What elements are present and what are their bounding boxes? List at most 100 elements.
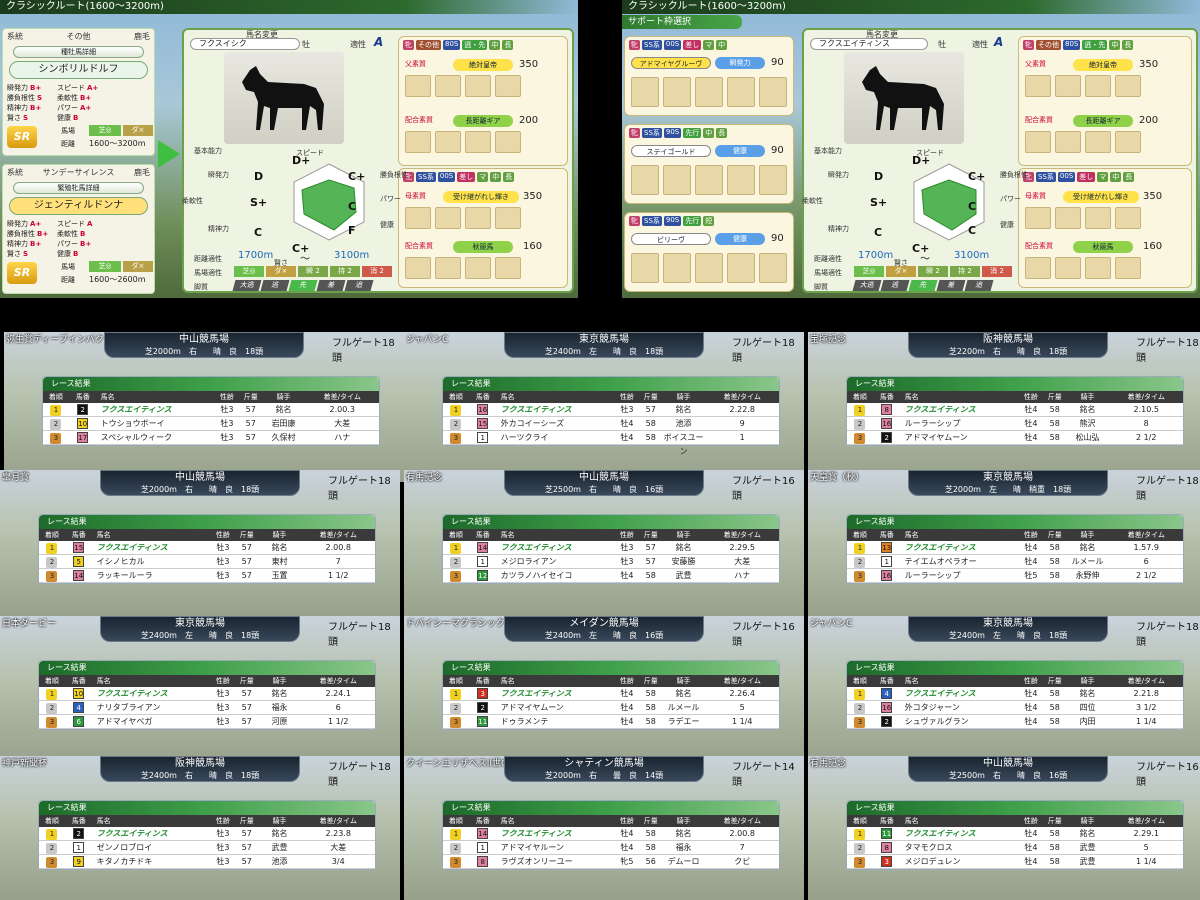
table-row[interactable]: 1 16 フクスエイティンス 牡3 57 銘名 2.22.8: [443, 403, 779, 417]
result-table: レース結果 着順 馬番 馬名 性齢 斤量 騎手 着差/タイム 1 15 フクスエイティンス 牡3 57 銘…: [38, 514, 376, 584]
table-row[interactable]: 3 16 ルーラーシップ 牡5 58 永野伸 2 1/2: [847, 569, 1183, 583]
table-row[interactable]: 2 1 メジロライアン 牡3 57 安藤勝 大差: [443, 555, 779, 569]
table-row[interactable]: 2 1 ゼンノロブロイ 牡3 57 武豊 大差: [39, 841, 375, 855]
foal-name-field[interactable]: フクスイシク: [190, 38, 300, 50]
table-row[interactable]: 1 15 フクスエイティンス 牡3 57 銘名 2.00.8: [39, 541, 375, 555]
finish-rank-cell: 1: [443, 403, 469, 416]
weight: 58: [1049, 433, 1060, 442]
table-row[interactable]: 3 2 アドマイヤムーン 牡4 58 松山弘 2 1/2: [847, 431, 1183, 445]
race-title: 有馬記念: [406, 473, 443, 483]
leg-type-label: 脚質: [814, 283, 828, 291]
dam-distance: 1600～2600m: [89, 275, 146, 284]
skill-pill[interactable]: 秋競馬: [453, 241, 513, 253]
column-header: 着順: [44, 817, 59, 825]
leg-type-chip: 追: [344, 280, 374, 291]
table-row[interactable]: 3 12 カツラノハイセイコ 牡4 58 武豊 ハナ: [443, 569, 779, 583]
surface-label: 馬場: [61, 263, 75, 271]
skill-pill[interactable]: 長距離ギア: [1073, 115, 1133, 127]
table-row[interactable]: 3 14 ラッキールーラ 牡3 57 玉置 1 1/2: [39, 569, 375, 583]
horse-name: シュヴァルグラン: [904, 717, 969, 726]
support-slot[interactable]: 牝 SS系 90S 先行短ビリーヴ 健康 90: [624, 212, 794, 292]
weight: 57: [241, 689, 252, 698]
column-header: 馬名: [96, 677, 111, 685]
result-header: レース結果: [39, 801, 375, 815]
sire-name[interactable]: シンボリルドルフ: [9, 61, 148, 79]
table-row[interactable]: 3 8 ラヴズオンリーユー 牝5 56 デムーロ クビ: [443, 855, 779, 869]
table-row[interactable]: 3 2 シュヴァルグラン 牡4 58 内田 1 1/4: [847, 715, 1183, 729]
dam-card[interactable]: 系統 サンデーサイレンス 鹿毛 繁殖牝馬詳細 ジェンティルドンナ 瞬発力 A+ スピード…: [2, 164, 155, 294]
jockey: 銘名: [1079, 543, 1096, 552]
factor-tag: 90S: [663, 128, 682, 138]
race-title: 皐月賞: [2, 473, 30, 483]
table-row[interactable]: 2 16 外コタジャーン 牡4 58 四位 3 1/2: [847, 701, 1183, 715]
table-row[interactable]: 2 10 トウショウボーイ 牡3 57 岩田康 大差: [43, 417, 379, 431]
table-row[interactable]: 2 5 イシノヒカル 牡3 57 東村 7: [39, 555, 375, 569]
sex-age: 牡3: [216, 857, 230, 866]
table-row[interactable]: 1 3 フクスエイティンス 牡4 58 銘名 2.26.4: [443, 687, 779, 701]
ground-aptitude-chip: 持 2: [950, 266, 980, 277]
sex-age: 牡4: [1024, 717, 1038, 726]
table-row[interactable]: 3 9 キタノカチドキ 牡3 57 池添 3/4: [39, 855, 375, 869]
table-row[interactable]: 1 2 フクスエイティンス 牡3 57 銘名 2.23.8: [39, 827, 375, 841]
margin-time: 5: [1143, 843, 1149, 852]
table-row[interactable]: 1 10 フクスエイティンス 牡3 57 銘名 2.24.1: [39, 687, 375, 701]
dam-name[interactable]: ジェンティルドンナ: [9, 197, 148, 215]
table-row[interactable]: 2 1 テイエムオペラオー 牡4 58 ルメール 6: [847, 555, 1183, 569]
column-header: 斤量: [643, 393, 658, 401]
table-row[interactable]: 2 15 外カコイーシーズ 牡4 58 池添 9: [443, 417, 779, 431]
table-row[interactable]: 1 8 フクスエイティンス 牡4 58 銘名 2.10.5: [847, 403, 1183, 417]
table-row[interactable]: 3 3 メジロデュレン 牡4 58 武豊 1 1/4: [847, 855, 1183, 869]
support-horse-name[interactable]: ビリーヴ: [631, 233, 711, 245]
stat-grade: B+: [80, 240, 92, 248]
sire-detail-button[interactable]: 種牡馬詳細: [13, 46, 144, 58]
table-row[interactable]: 3 11 ドゥラメンテ 牡4 58 ラデエー 1 1/4: [443, 715, 779, 729]
skill-pill[interactable]: 受け継がれし輝き: [443, 191, 519, 203]
table-row[interactable]: 2 8 タマモクロス 牡4 58 武豊 5: [847, 841, 1183, 855]
weight: 58: [645, 843, 656, 852]
table-row[interactable]: 1 14 フクスエイティンス 牡3 57 銘名 2.29.5: [443, 541, 779, 555]
column-header: 馬名: [500, 393, 515, 401]
table-row[interactable]: 1 2 フクスエイティンス 牡3 57 銘名 2.00.3: [43, 403, 379, 417]
table-row[interactable]: 1 4 フクスエイティンス 牡4 58 銘名 2.21.8: [847, 687, 1183, 701]
table-row[interactable]: 3 6 アドマイヤベガ 牡3 57 河原 1 1/2: [39, 715, 375, 729]
support-horse-name[interactable]: アドマイヤグルーヴ: [631, 57, 711, 69]
table-row[interactable]: 2 4 ナリタブライアン 牡3 57 福永 6: [39, 701, 375, 715]
skill-pill[interactable]: 健康: [715, 233, 765, 245]
table-row[interactable]: 2 1 アドマイヤルーン 牡4 58 福永 7: [443, 841, 779, 855]
jockey: 銘名: [1079, 829, 1096, 838]
skill-pill[interactable]: 瞬発力: [715, 57, 765, 69]
table-row[interactable]: 1 13 フクスエイティンス 牡4 58 銘名 1.57.9: [847, 541, 1183, 555]
support-slot[interactable]: 牝 SS系 00S 差しマ中アドマイヤグルーヴ 瞬発力 90: [624, 36, 794, 116]
sex-age: 牡4: [1024, 405, 1038, 414]
skill-pill[interactable]: 秋競馬: [1073, 241, 1133, 253]
finish-rank-cell: 3: [39, 715, 65, 728]
factor-tag: その他: [416, 40, 441, 50]
table-row[interactable]: 2 2 アドマイヤムーン 牡4 58 ルメール 5: [443, 701, 779, 715]
column-header: 着差/タイム: [323, 393, 361, 401]
jockey: ラデエー: [667, 717, 700, 726]
table-row[interactable]: 1 14 フクスエイティンス 牡4 58 銘名 2.00.8: [443, 827, 779, 841]
finish-rank-badge: 3: [450, 571, 462, 582]
skill-pill[interactable]: 健康: [715, 145, 765, 157]
race-conditions: 芝2400m 左 晴 良 18頭: [544, 347, 664, 356]
table-row[interactable]: 3 17 スペシャルウィーク 牡3 57 久保村 ハナ: [43, 431, 379, 445]
table-row[interactable]: 2 16 ルーラーシップ 牡4 58 熊沢 8: [847, 417, 1183, 431]
sex-age: 牡3: [216, 689, 230, 698]
skill-pill[interactable]: 長距離ギア: [453, 115, 513, 127]
foal-name-field[interactable]: フクスエイティンス: [810, 38, 928, 50]
skill-pill[interactable]: 絶対皇帝: [453, 59, 513, 71]
dam-stats: 瞬発力 A+ スピード A 勝負根性 B+ 柔軟性 B 精神力 B+ パワー B+ 賢さ S 健康 B: [3, 218, 154, 260]
skill-pill[interactable]: 絶対皇帝: [1073, 59, 1133, 71]
table-row[interactable]: 3 1 ハーツクライ 牡4 58 ボイスユーン 1: [443, 431, 779, 456]
skill-pill[interactable]: 受け継がれし輝き: [1063, 191, 1139, 203]
dam-detail-button[interactable]: 繁殖牝馬詳細: [13, 182, 144, 194]
gate-number: 5: [73, 556, 85, 567]
sire-card[interactable]: 系統 その他 鹿毛 種牡馬詳細 シンボリルドルフ 瞬発力 B+ スピード A+ 勝負根性 S 柔…: [2, 28, 155, 156]
horse-name: ゼンノロブロイ: [96, 843, 153, 852]
support-slot[interactable]: 牝 SS系 90S 先行中長ステイゴールド 健康 90: [624, 124, 794, 204]
support-horse-name[interactable]: ステイゴールド: [631, 145, 711, 157]
factor-tag: 長: [1123, 172, 1135, 182]
aptitude-grade: A: [374, 35, 384, 49]
table-row[interactable]: 1 11 フクスエイティンス 牡4 58 銘名 2.29.1: [847, 827, 1183, 841]
finish-rank-cell: 1: [43, 403, 69, 416]
